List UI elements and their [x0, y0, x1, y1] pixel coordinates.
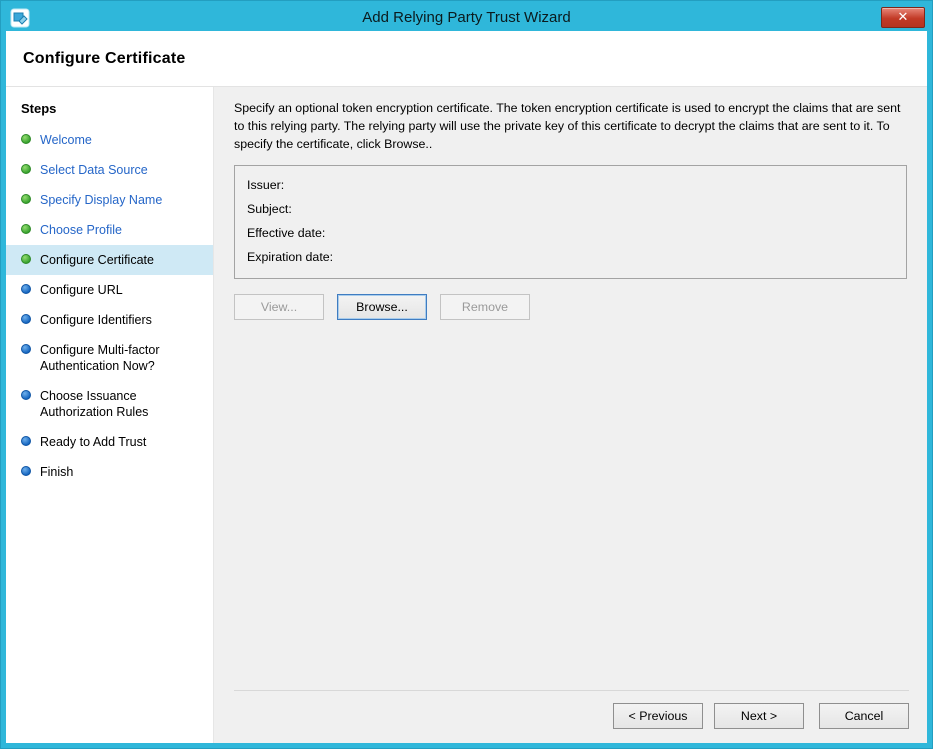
sidebar-step-configure-identifiers: Configure Identifiers: [6, 305, 213, 335]
certificate-actions: View... Browse... Remove: [234, 294, 909, 320]
wizard-icon: [10, 8, 30, 28]
sidebar-step-choose-profile[interactable]: Choose Profile: [6, 215, 213, 245]
page-title: Configure Certificate: [23, 50, 185, 68]
pending-step-dot-icon: [21, 390, 31, 400]
close-button[interactable]: ✕: [881, 7, 925, 28]
close-icon: ✕: [898, 10, 909, 23]
step-label: Configure URL: [40, 282, 129, 298]
step-label: Choose Profile: [40, 222, 128, 238]
pending-step-dot-icon: [21, 284, 31, 294]
completed-step-dot-icon: [21, 254, 31, 264]
steps-heading: Steps: [6, 96, 213, 125]
cert-field-label: Subject:: [247, 197, 292, 221]
step-label: Choose Issuance Authorization Rules: [40, 388, 205, 420]
view-button: View...: [234, 294, 324, 320]
cert-field-expiration-date: Expiration date:: [247, 245, 894, 269]
step-label: Configure Identifiers: [40, 312, 158, 328]
pending-step-dot-icon: [21, 344, 31, 354]
window-title: Add Relying Party Trust Wizard: [6, 9, 927, 26]
pending-step-dot-icon: [21, 436, 31, 446]
previous-button[interactable]: < Previous: [613, 703, 703, 729]
completed-step-dot-icon: [21, 224, 31, 234]
cert-field-label: Effective date:: [247, 221, 325, 245]
sidebar-step-configure-multi-factor-authentication-now: Configure Multi-factor Authentication No…: [6, 335, 213, 381]
cert-field-label: Expiration date:: [247, 245, 333, 269]
cert-field-label: Issuer:: [247, 173, 284, 197]
sidebar-step-configure-url: Configure URL: [6, 275, 213, 305]
sidebar-step-specify-display-name[interactable]: Specify Display Name: [6, 185, 213, 215]
wizard-body: Steps Welcome Select Data Source Specify D…: [6, 87, 927, 743]
cert-field-subject: Subject:: [247, 197, 894, 221]
sidebar-step-configure-certificate: Configure Certificate: [6, 245, 213, 275]
step-label: Select Data Source: [40, 162, 154, 178]
titlebar[interactable]: Add Relying Party Trust Wizard ✕: [6, 1, 927, 31]
description-text: Specify an optional token encryption cer…: [234, 100, 902, 154]
cert-field-issuer: Issuer:: [247, 173, 894, 197]
wizard-chrome: Configure Certificate Steps Welcome Selec…: [6, 31, 927, 743]
pending-step-dot-icon: [21, 466, 31, 476]
completed-step-dot-icon: [21, 194, 31, 204]
sidebar-step-ready-to-add-trust: Ready to Add Trust: [6, 427, 213, 457]
sidebar-step-select-data-source[interactable]: Select Data Source: [6, 155, 213, 185]
remove-button: Remove: [440, 294, 530, 320]
step-label: Ready to Add Trust: [40, 434, 152, 450]
steps-list: Welcome Select Data Source Specify Display…: [6, 125, 213, 487]
sidebar-step-welcome[interactable]: Welcome: [6, 125, 213, 155]
step-label: Welcome: [40, 132, 98, 148]
main-panel: Specify an optional token encryption cer…: [214, 87, 927, 743]
completed-step-dot-icon: [21, 134, 31, 144]
cert-field-effective-date: Effective date:: [247, 221, 894, 245]
wizard-footer: < Previous Next > Cancel: [234, 690, 909, 731]
steps-sidebar: Steps Welcome Select Data Source Specify D…: [6, 87, 214, 743]
page-header: Configure Certificate: [6, 31, 927, 87]
next-button[interactable]: Next >: [714, 703, 804, 729]
step-label: Finish: [40, 464, 79, 480]
sidebar-step-choose-issuance-authorization-rules: Choose Issuance Authorization Rules: [6, 381, 213, 427]
certificate-details-box: Issuer:Subject:Effective date:Expiration…: [234, 165, 907, 279]
cancel-button[interactable]: Cancel: [819, 703, 909, 729]
step-label: Specify Display Name: [40, 192, 168, 208]
pending-step-dot-icon: [21, 314, 31, 324]
sidebar-step-finish: Finish: [6, 457, 213, 487]
completed-step-dot-icon: [21, 164, 31, 174]
wizard-window: Add Relying Party Trust Wizard ✕ Configu…: [0, 0, 933, 749]
step-label: Configure Multi-factor Authentication No…: [40, 342, 205, 374]
step-label: Configure Certificate: [40, 252, 160, 268]
browse-button[interactable]: Browse...: [337, 294, 427, 320]
